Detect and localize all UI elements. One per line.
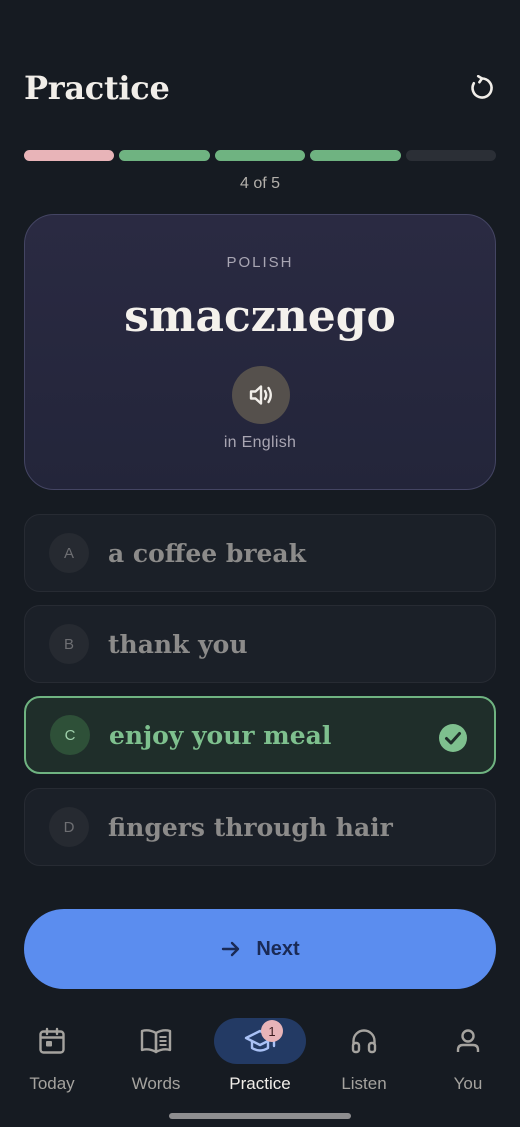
progress-segment-2 [119, 150, 210, 161]
nav-item-words[interactable]: Words [104, 1018, 208, 1098]
home-indicator[interactable] [169, 1113, 351, 1119]
option-text: thank you [108, 629, 248, 659]
next-button[interactable]: Next [24, 909, 496, 989]
option-text: fingers through hair [108, 812, 393, 842]
headphones-icon [351, 1029, 377, 1054]
nav-item-listen[interactable]: Listen [312, 1018, 416, 1098]
answer-option-b[interactable]: B thank you [24, 605, 496, 683]
option-letter: D [49, 807, 89, 847]
restart-button[interactable] [466, 72, 498, 104]
option-text: enjoy your meal [109, 720, 332, 750]
option-text: a coffee break [108, 538, 306, 568]
restart-icon [471, 75, 493, 99]
person-icon [456, 1029, 480, 1052]
page-title: Practice [24, 69, 170, 107]
nav-label: Words [131, 1074, 181, 1093]
progress-segment-5 [405, 150, 497, 161]
progress-segment-4 [310, 150, 401, 161]
nav-label: You [453, 1074, 483, 1093]
option-letter: B [49, 624, 89, 664]
progress-bar [24, 150, 497, 161]
nav-item-you[interactable]: You [416, 1018, 520, 1098]
flashcard: POLISH smacznego in English [24, 214, 496, 490]
progress-counter: 4 of 5 [239, 175, 281, 192]
calendar-icon [39, 1027, 65, 1054]
arrow-right-icon [222, 941, 240, 957]
book-icon [140, 1029, 172, 1054]
source-language: POLISH [226, 254, 294, 271]
progress-segment-3 [214, 150, 306, 161]
option-letter: A [49, 533, 89, 573]
nav-label: Listen [341, 1074, 387, 1093]
check-circle-icon [439, 724, 467, 752]
progress-segment-1 [24, 150, 115, 161]
option-letter: C [50, 715, 90, 755]
nav-item-today[interactable]: Today [0, 1018, 104, 1098]
prompt-word: smacznego [124, 291, 396, 342]
bottom-nav: Today Words 1 Practice Listen You [0, 1018, 520, 1098]
nav-label: Practice [229, 1074, 291, 1093]
answer-option-c[interactable]: C enjoy your meal [24, 696, 496, 774]
nav-label: Today [29, 1074, 75, 1093]
nav-item-practice[interactable]: 1 Practice [208, 1018, 312, 1098]
header: Practice [24, 66, 498, 110]
answer-option-a[interactable]: A a coffee break [24, 514, 496, 592]
next-button-label: Next [256, 937, 300, 960]
notification-badge: 1 [261, 1020, 283, 1042]
target-language-hint: in English [223, 434, 297, 451]
speaker-icon [249, 385, 272, 405]
answer-option-d[interactable]: D fingers through hair [24, 788, 496, 866]
play-audio-button[interactable] [232, 366, 290, 424]
